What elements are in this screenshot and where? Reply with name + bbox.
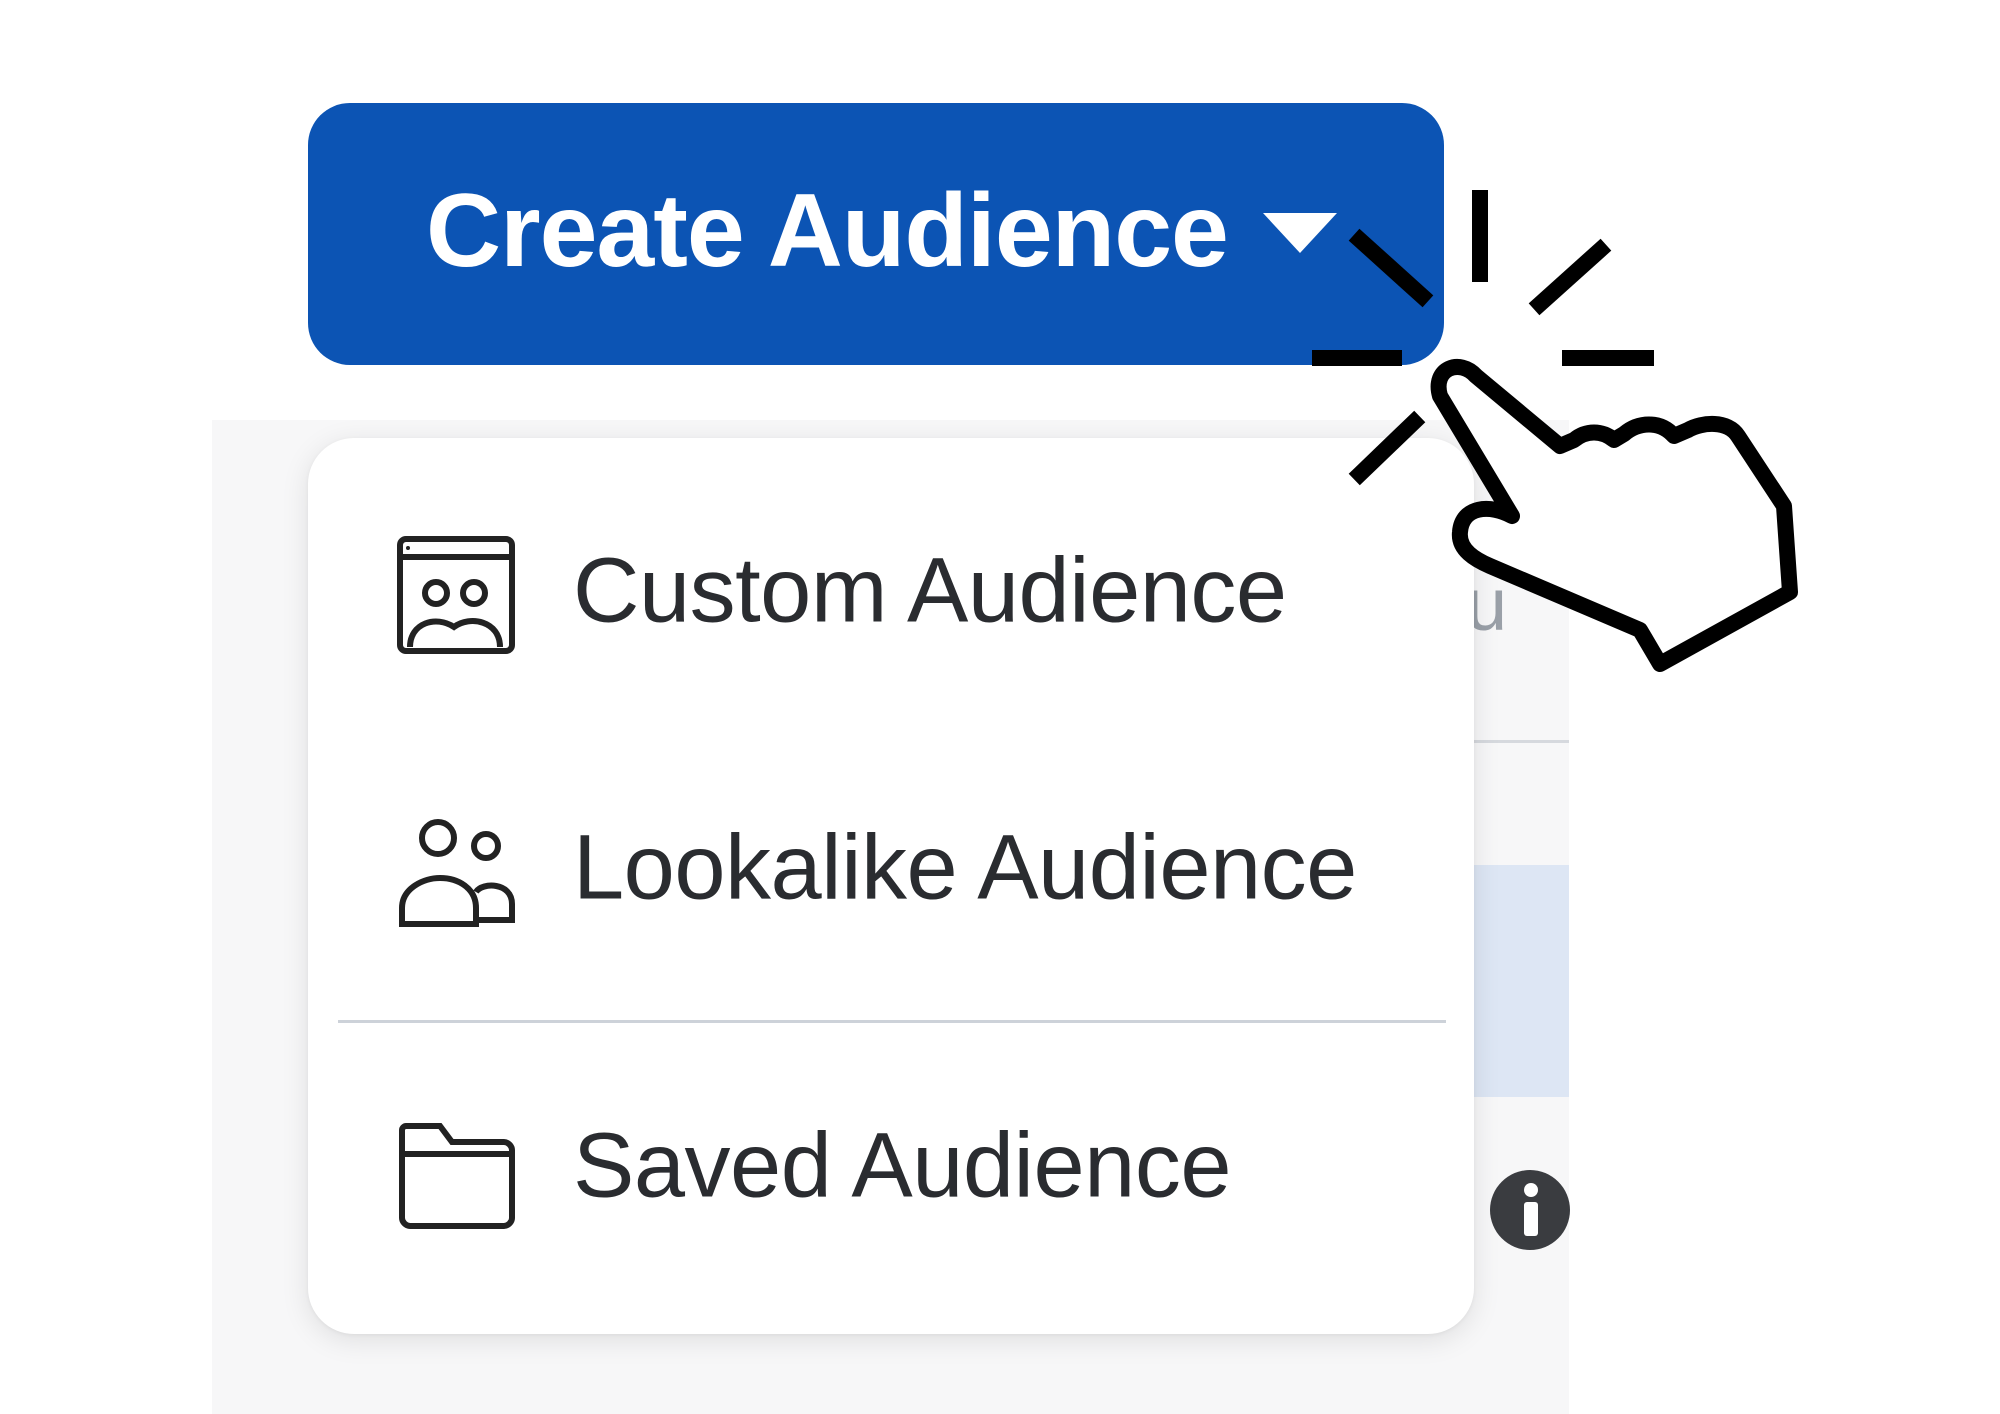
create-audience-label: Create Audience xyxy=(426,173,1229,290)
hand-pointer-icon xyxy=(1290,190,1810,710)
folder-icon xyxy=(396,1110,516,1230)
menu-divider xyxy=(338,1020,1446,1023)
menu-item-saved-audience[interactable]: Saved Audience xyxy=(308,1080,1474,1260)
custom-audience-icon xyxy=(396,535,516,655)
lookalike-audience-label: Lookalike Audience xyxy=(573,816,1357,919)
info-icon[interactable] xyxy=(1488,1168,1570,1252)
people-icon xyxy=(396,812,516,932)
custom-audience-label: Custom Audience xyxy=(573,539,1287,642)
background-highlight-row xyxy=(1470,865,1569,1097)
background-divider xyxy=(1470,740,1569,743)
saved-audience-label: Saved Audience xyxy=(573,1114,1231,1217)
menu-item-lookalike-audience[interactable]: Lookalike Audience xyxy=(308,782,1474,962)
create-audience-button[interactable]: Create Audience xyxy=(308,103,1444,365)
